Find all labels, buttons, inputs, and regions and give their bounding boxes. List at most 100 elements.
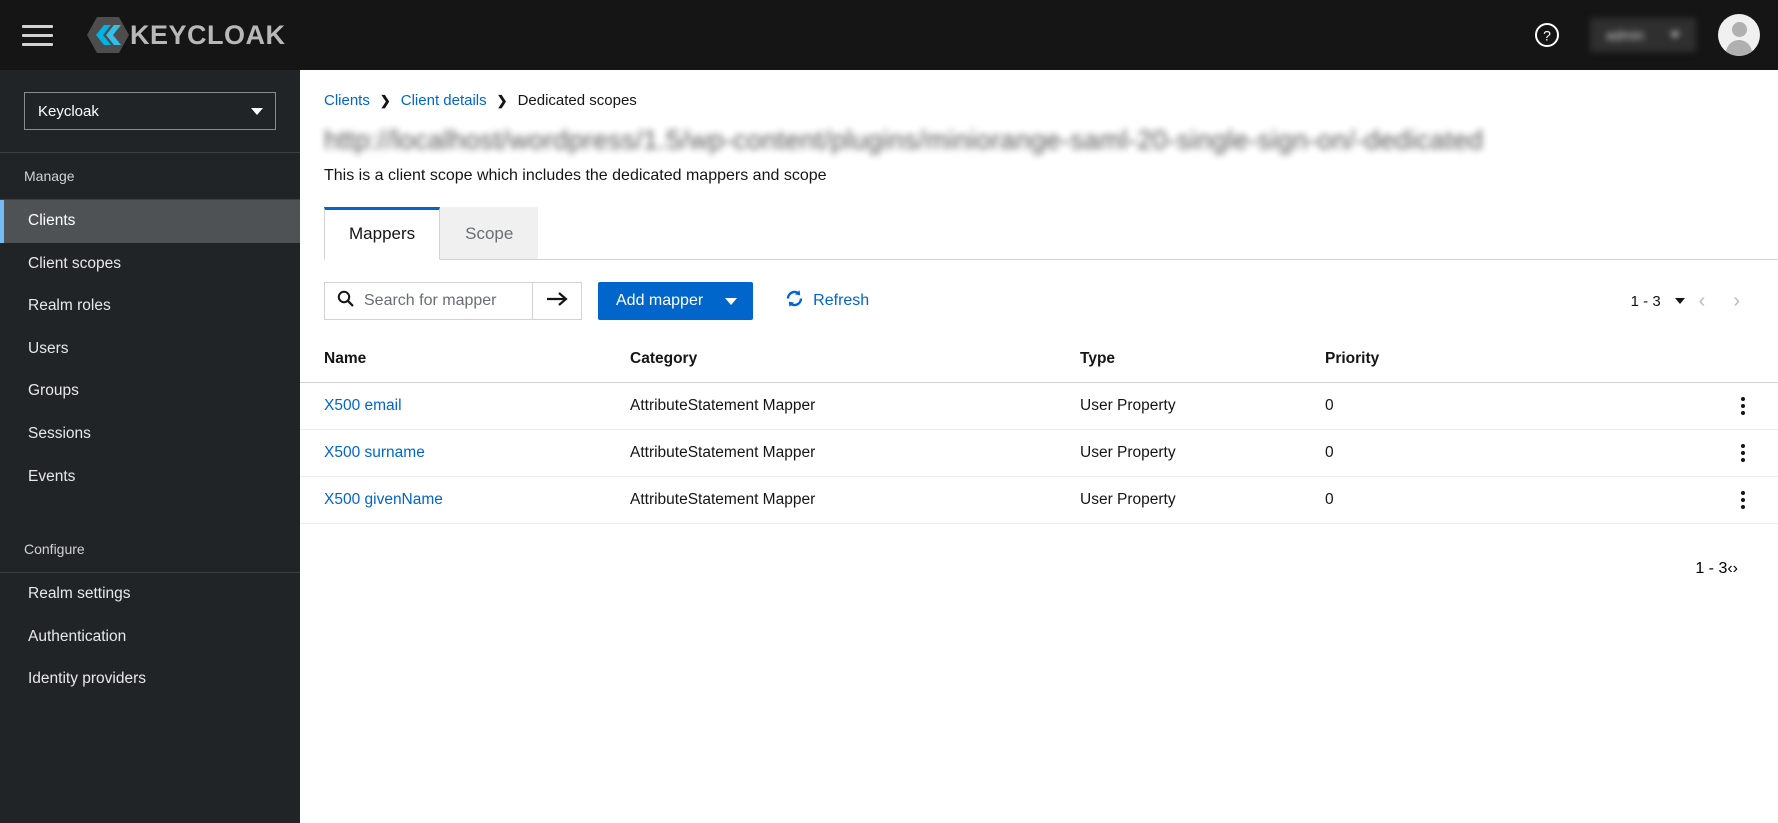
column-header-name: Name [300,338,630,383]
breadcrumb-item-clients[interactable]: Clients [324,92,370,109]
realm-selector-wrapper: Keycloak [0,70,300,152]
tab-scope[interactable]: Scope [440,207,539,259]
search-input[interactable]: Search for mapper [324,282,532,320]
mappers-table: Name Category Type Priority X500 email A… [300,338,1778,524]
pagination-prev-button[interactable]: ‹ [1685,290,1720,313]
refresh-button[interactable]: Refresh [785,289,869,313]
cell-priority: 0 [1325,476,1708,524]
brand-logo[interactable]: KEYCLOAK [86,15,286,55]
sidebar-item-clients[interactable]: Clients [0,200,300,243]
page-title: http://localhost/wordpress/1.5/wp-conten… [324,125,1484,155]
refresh-label: Refresh [813,292,870,309]
chevron-down-icon [1670,32,1680,38]
body-wrapper: Keycloak Manage Clients Client scopes Re… [0,70,1778,823]
pagination-range: 1 - 3 [1630,292,1661,310]
mapper-link[interactable]: X500 email [324,397,402,414]
add-mapper-label: Add mapper [616,292,704,309]
hamburger-menu-icon[interactable] [22,18,56,52]
sidebar-item-events[interactable]: Events [0,456,300,499]
sidebar-item-realm-roles[interactable]: Realm roles [0,285,300,328]
row-kebab-menu-icon[interactable] [1708,491,1778,509]
cell-actions [1708,476,1778,524]
mapper-link[interactable]: X500 surname [324,444,425,461]
search-group: Search for mapper [324,282,582,320]
avatar[interactable] [1718,14,1760,56]
breadcrumb-item-client-details[interactable]: Client details [401,92,487,109]
hamburger-bar [22,33,53,37]
pagination-next-button[interactable]: › [1733,560,1738,578]
realm-selector-value: Keycloak [38,102,99,120]
pagination-per-page-chevron-down-icon[interactable] [1674,298,1685,304]
avatar-body [1726,40,1752,56]
pagination-bottom: 1 - 3 ‹ › [300,524,1778,578]
cell-name: X500 surname [300,429,630,477]
cell-name: X500 givenName [300,476,630,524]
refresh-icon [785,289,804,313]
main-content: Clients ❯ Client details ❯ Dedicated sco… [300,70,1778,823]
toolbar: Search for mapper Add mapper Refresh 1 -… [300,260,1778,338]
table-head: Name Category Type Priority [300,338,1778,383]
hamburger-bar [22,24,53,28]
cell-priority: 0 [1325,429,1708,477]
row-kebab-menu-icon[interactable] [1708,397,1778,415]
row-kebab-menu-icon[interactable] [1708,444,1778,462]
pagination-top: 1 - 3 ‹ › [1631,290,1754,313]
sidebar-item-identity-providers[interactable]: Identity providers [0,658,300,701]
table-row: X500 givenName AttributeStatement Mapper… [300,476,1778,524]
breadcrumb-separator-icon: ❯ [496,92,508,108]
pagination-next-button[interactable]: › [1719,290,1754,313]
tab-mappers[interactable]: Mappers [324,207,441,260]
table-row: X500 surname AttributeStatement Mapper U… [300,429,1778,477]
sidebar: Keycloak Manage Clients Client scopes Re… [0,70,300,823]
realm-selector[interactable]: Keycloak [24,92,276,130]
arrow-right-icon [546,291,568,312]
nav-gap [0,498,300,526]
column-header-type: Type [1080,338,1325,383]
nav-section-label-manage: Manage [24,168,75,184]
page-header: Clients ❯ Client details ❯ Dedicated sco… [300,70,1778,185]
hamburger-bar [22,42,53,46]
cell-type: User Property [1080,476,1325,524]
cell-actions [1708,382,1778,430]
masthead: KEYCLOAK ? admin [0,0,1778,70]
keycloak-admin-console: KEYCLOAK ? admin Keycloak Manage Clients… [0,0,1778,823]
svg-text:?: ? [1543,28,1551,44]
search-icon [337,290,354,312]
cell-priority: 0 [1325,382,1708,430]
search-submit-button[interactable] [532,282,582,320]
chevron-down-icon [251,107,263,115]
table-body: X500 email AttributeStatement Mapper Use… [300,382,1778,524]
add-mapper-button[interactable]: Add mapper [598,282,754,320]
cell-type: User Property [1080,429,1325,477]
sidebar-item-users[interactable]: Users [0,328,300,371]
breadcrumb-separator-icon: ❯ [379,92,391,108]
cell-category: AttributeStatement Mapper [630,382,1080,430]
sidebar-item-realm-settings[interactable]: Realm settings [0,573,300,616]
column-header-actions [1708,338,1778,383]
mapper-link[interactable]: X500 givenName [324,491,443,508]
breadcrumb: Clients ❯ Client details ❯ Dedicated sco… [324,92,1754,109]
brand-name: KEYCLOAK [130,19,286,50]
sidebar-item-sessions[interactable]: Sessions [0,413,300,456]
avatar-head [1731,22,1747,37]
breadcrumb-current: Dedicated scopes [517,92,637,109]
sidebar-item-client-scopes[interactable]: Client scopes [0,243,300,286]
cell-type: User Property [1080,382,1325,430]
pagination-range: 1 - 3 [1695,560,1728,577]
sidebar-item-authentication[interactable]: Authentication [0,616,300,659]
column-header-category: Category [630,338,1080,383]
sidebar-item-groups[interactable]: Groups [0,370,300,413]
cell-category: AttributeStatement Mapper [630,476,1080,524]
nav-section-label-configure: Configure [24,541,85,558]
user-menu-button[interactable]: admin [1589,18,1696,52]
table-row: X500 email AttributeStatement Mapper Use… [300,382,1778,430]
chevron-down-icon[interactable] [725,297,738,305]
table-header-row: Name Category Type Priority [300,338,1778,383]
help-icon[interactable]: ? [1534,22,1560,48]
page-subtitle: This is a client scope which includes th… [324,167,827,184]
user-name: admin [1605,27,1644,43]
tab-bar: Mappers Scope [324,207,1778,260]
cell-name: X500 email [300,382,630,430]
keycloak-logo-icon [86,15,130,55]
search-placeholder: Search for mapper [364,292,497,309]
